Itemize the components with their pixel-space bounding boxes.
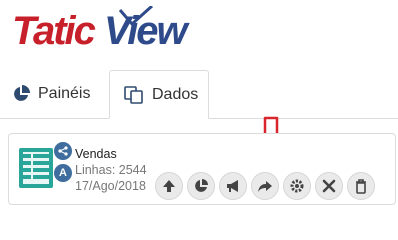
upload-button[interactable] [155, 172, 183, 200]
tab-paineis-label: Painéis [38, 85, 91, 102]
copy-icon [124, 85, 143, 104]
dataset-info: Vendas Linhas: 2544 17/Ago/2018 [75, 146, 147, 194]
svg-text:Tatic: Tatic [12, 9, 96, 52]
delete-button[interactable] [347, 172, 375, 200]
gear-icon [290, 179, 304, 193]
remove-button[interactable] [315, 172, 343, 200]
svg-text:View: View [104, 9, 191, 52]
pie-chart-icon [195, 179, 208, 192]
dataset-actions [155, 172, 375, 200]
create-panel-button[interactable] [187, 172, 215, 200]
announce-button[interactable] [219, 172, 247, 200]
share-arrow-icon [258, 181, 272, 192]
tab-paineis[interactable]: Painéis [12, 70, 102, 118]
tab-dados-label: Dados [152, 85, 199, 103]
share-icon [58, 146, 68, 156]
trash-icon [356, 179, 366, 194]
settings-button[interactable] [283, 172, 311, 200]
shared-badge [53, 141, 73, 161]
megaphone-icon [227, 180, 238, 192]
share-button[interactable] [251, 172, 279, 200]
taticview-logo: Tatic View [12, 6, 192, 52]
dataset-card[interactable]: A Vendas Linhas: 2544 17/Ago/2018 [8, 133, 396, 205]
dataset-rows: Linhas: 2544 [75, 163, 147, 177]
pie-chart-icon [14, 85, 30, 101]
dataset-name: Vendas [75, 147, 117, 161]
upload-icon [163, 180, 175, 192]
tab-bar: Painéis Dados [0, 70, 398, 119]
tab-dados[interactable]: Dados [109, 70, 209, 119]
close-icon [322, 179, 336, 193]
type-badge: A [53, 163, 73, 183]
dataset-date: 17/Ago/2018 [75, 179, 146, 193]
